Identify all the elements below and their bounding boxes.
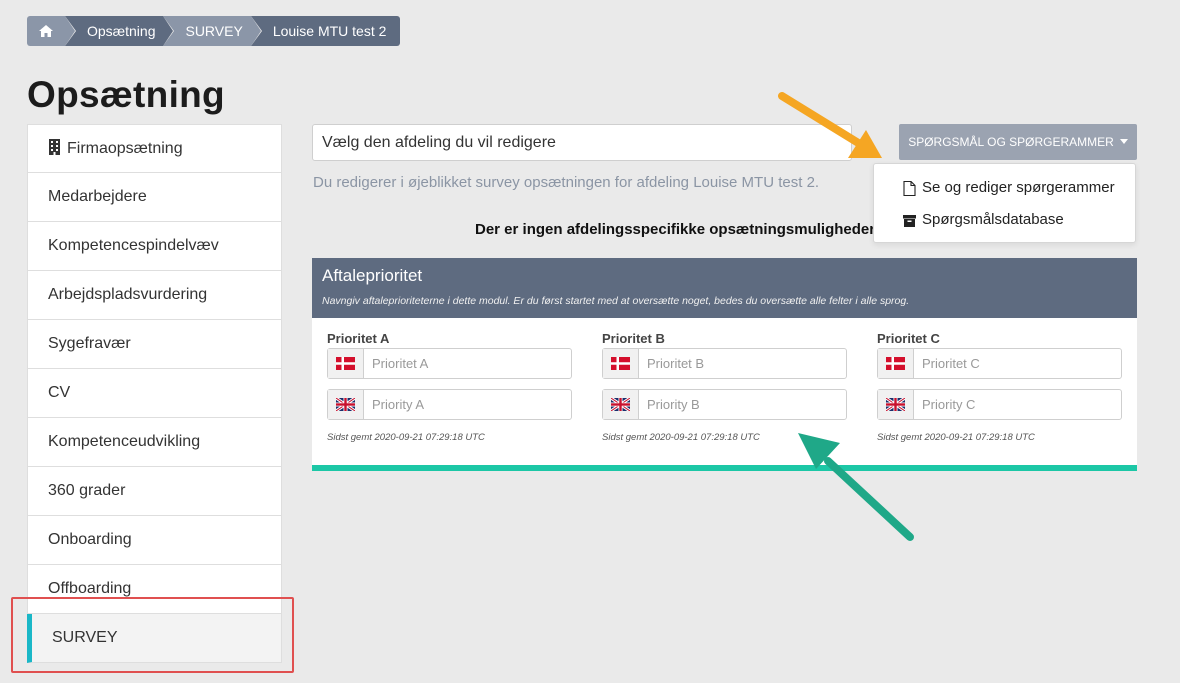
uk-flag-addon (328, 390, 364, 419)
input-placeholder: Priority B (647, 397, 700, 412)
breadcrumb-item-survey[interactable]: SURVEY (163, 16, 262, 46)
sidebar-item-company-setup[interactable]: Firmaopsætning (27, 124, 282, 173)
home-icon (39, 25, 53, 37)
priority-panel: Aftaleprioritet Navngiv aftaleprioritete… (312, 258, 1137, 471)
input-placeholder: Priority A (372, 397, 425, 412)
menu-item-question-database[interactable]: Spørgsmålsdatabase (874, 204, 1135, 236)
no-options-message: Der er ingen afdelingsspecifikke opsætni… (475, 221, 873, 238)
questions-menu-label: SPØRGSMÅL OG SPØRGERAMMER (908, 135, 1114, 149)
sidebar-item-competence-development[interactable]: Kompetenceudvikling (27, 418, 282, 467)
orange-arrow-annotation (778, 92, 882, 158)
archive-icon (903, 215, 916, 227)
panel-accent-bar (312, 465, 1137, 471)
sidebar-item-sick-leave[interactable]: Sygefravær (27, 320, 282, 369)
uk-flag-icon (611, 398, 630, 411)
panel-header: Aftaleprioritet Navngiv aftaleprioritete… (312, 258, 1137, 318)
priority-c-danish-input[interactable]: Prioritet C (877, 348, 1122, 379)
priority-label: Prioritet B (602, 331, 665, 346)
danish-flag-icon (886, 357, 905, 370)
panel-subtitle: Navngiv aftaleprioriteterne i dette modu… (322, 295, 910, 307)
sidebar-item-360-degrees[interactable]: 360 grader (27, 467, 282, 516)
uk-flag-addon (603, 390, 639, 419)
panel-title: Aftaleprioritet (322, 266, 423, 285)
priority-label: Prioritet C (877, 331, 940, 346)
priority-b-danish-input[interactable]: Prioritet B (602, 348, 847, 379)
uk-flag-addon (878, 390, 914, 419)
danish-flag-icon (336, 357, 355, 370)
questions-dropdown-menu: Se og rediger spørgerammer Spørgsmålsdat… (873, 163, 1136, 243)
menu-item-edit-question-frames[interactable]: Se og rediger spørgerammer (874, 172, 1135, 204)
input-placeholder: Priority C (922, 397, 976, 412)
breadcrumb-item-department[interactable]: Louise MTU test 2 (250, 16, 401, 46)
file-icon (903, 181, 916, 196)
page-title: Opsætning (27, 74, 225, 115)
green-arrow-annotation (798, 433, 914, 541)
priority-c-english-input[interactable]: Priority C (877, 389, 1122, 420)
priority-label: Prioritet A (327, 331, 390, 346)
priority-a-english-input[interactable]: Priority A (327, 389, 572, 420)
info-text: Du redigerer i øjeblikket survey opsætni… (313, 174, 820, 191)
priority-column-a: Prioritet A Prioritet A Priority A Sidst… (327, 331, 572, 443)
menu-item-label: Se og rediger spørgerammer (922, 179, 1115, 196)
sidebar-item-label: Firmaopsætning (67, 140, 183, 157)
input-placeholder: Prioritet B (647, 356, 705, 371)
danish-flag-addon (603, 349, 639, 378)
sidebar-item-employees[interactable]: Medarbejdere (27, 173, 282, 222)
sidebar-item-onboarding[interactable]: Onboarding (27, 516, 282, 565)
questions-menu-button[interactable]: SPØRGSMÅL OG SPØRGERAMMER (899, 124, 1137, 160)
danish-flag-addon (878, 349, 914, 378)
last-saved-text: Sidst gemt 2020-09-21 07:29:18 UTC (327, 432, 485, 443)
danish-flag-icon (611, 357, 630, 370)
breadcrumb: Opsætning SURVEY Louise MTU test 2 (27, 16, 401, 46)
sidebar-item-competence-web[interactable]: Kompetencespindelvæv (27, 222, 282, 271)
priority-b-english-input[interactable]: Priority B (602, 389, 847, 420)
breadcrumb-item-setup[interactable]: Opsætning (65, 16, 175, 46)
priority-a-danish-input[interactable]: Prioritet A (327, 348, 572, 379)
sidebar-item-cv[interactable]: CV (27, 369, 282, 418)
caret-down-icon (1119, 139, 1128, 144)
breadcrumb-home[interactable] (27, 16, 75, 46)
annotation-highlight-box (11, 597, 294, 673)
uk-flag-icon (336, 398, 355, 411)
building-icon (49, 139, 60, 155)
danish-flag-addon (328, 349, 364, 378)
no-options-message-wrapper: Der er ingen afdelingsspecifikke opsætni… (475, 215, 873, 245)
menu-item-label: Spørgsmålsdatabase (922, 211, 1064, 228)
uk-flag-icon (886, 398, 905, 411)
sidebar-item-workplace-assessment[interactable]: Arbejdspladsvurdering (27, 271, 282, 320)
sidebar: Firmaopsætning Medarbejdere Kompetencesp… (27, 124, 282, 663)
input-placeholder: Prioritet C (922, 356, 980, 371)
input-placeholder: Prioritet A (372, 356, 429, 371)
